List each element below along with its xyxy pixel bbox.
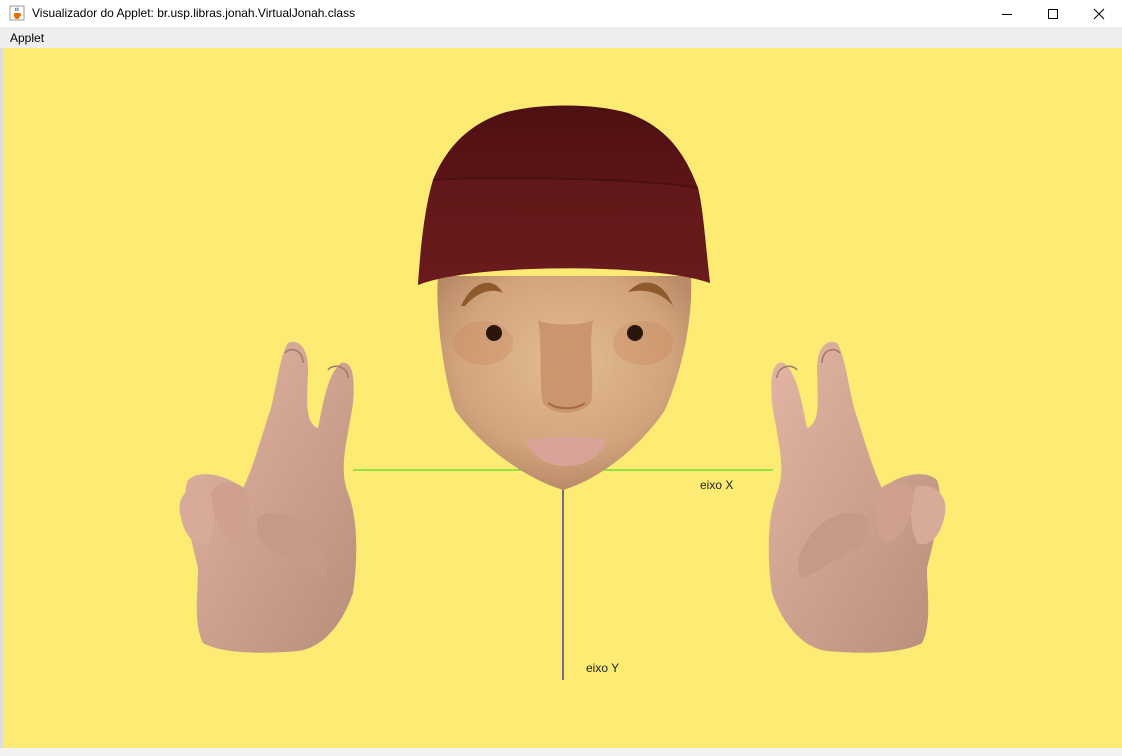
- java-cup-icon: [9, 5, 25, 21]
- menu-applet[interactable]: Applet: [10, 31, 44, 45]
- maximize-icon: [1048, 8, 1058, 19]
- minimize-icon: [1002, 13, 1012, 15]
- applet-canvas[interactable]: eixo X eixo Y: [3, 48, 1122, 748]
- left-eye: [486, 325, 502, 341]
- left-hand: [179, 341, 357, 653]
- right-eye: [627, 325, 643, 341]
- menu-bar: Applet: [0, 27, 1122, 48]
- close-button[interactable]: [1076, 0, 1122, 27]
- avatar-scene: [179, 105, 946, 680]
- avatar-nose: [538, 320, 593, 413]
- axis-y-label: eixo Y: [586, 661, 620, 675]
- window-title: Visualizador do Applet: br.usp.libras.jo…: [32, 6, 356, 20]
- minimize-button[interactable]: [984, 0, 1030, 27]
- window-titlebar[interactable]: Visualizador do Applet: br.usp.libras.jo…: [0, 0, 1122, 27]
- maximize-button[interactable]: [1030, 0, 1076, 27]
- avatar-hat: [418, 105, 710, 285]
- window-bottom-border: [0, 748, 1122, 756]
- avatar-head: [437, 276, 692, 490]
- axis-x-label: eixo X: [700, 478, 734, 492]
- close-icon: [1093, 8, 1105, 19]
- right-hand: [768, 341, 946, 653]
